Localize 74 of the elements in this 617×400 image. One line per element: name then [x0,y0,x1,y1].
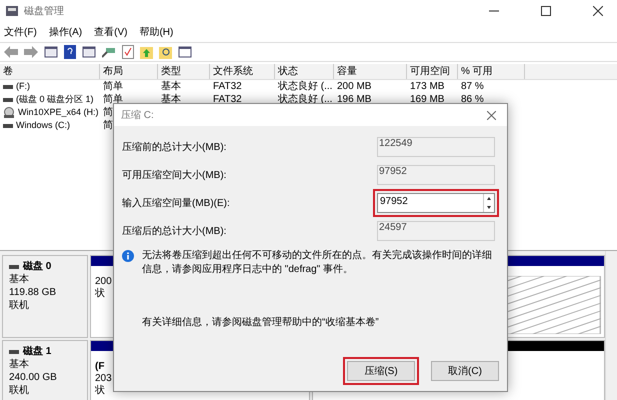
dialog-title: 压缩 C: [121,108,155,122]
maximize-icon[interactable] [541,6,551,16]
folder-up-icon[interactable] [140,45,153,59]
table-cell: 173 MB [410,80,444,93]
table-cell: 86 % [461,93,484,106]
readonly-field: 97952 [377,165,495,185]
disk-size: 119.88 GB [9,286,58,299]
column-header[interactable]: 文件系统 [210,64,275,79]
table-cell: 196 MB [337,93,372,106]
table-cell: (磁盘 0 磁盘分区 1) [16,93,94,106]
table-cell: 87 % [461,80,484,93]
drive-icon [3,106,15,118]
column-header[interactable]: % 可用 [458,64,525,79]
disk-status: 联机 [9,299,30,312]
drive-icon [3,124,13,128]
folder-search-icon[interactable] [159,45,172,59]
forward-arrow-icon[interactable] [24,46,38,58]
table-cell: 简 [103,119,113,132]
table-cell: 基本 [161,80,181,93]
back-arrow-icon[interactable] [4,46,18,58]
column-header[interactable]: 容量 [334,64,407,79]
window-title: 磁盘管理 [24,4,64,18]
disk-name: 磁盘 1 [23,345,52,358]
table-cell: 200 MB [337,80,372,93]
column-header[interactable]: 类型 [158,64,210,79]
table-cell: 169 MB [410,93,444,106]
readonly-field: 24597 [377,221,495,241]
table-cell: 基本 [161,93,181,106]
info-text: 无法将卷压缩到超出任何不可移动的文件所在的点。有关完成该操作时间的详细信息，请参阅应用程序日志中的 "defrag" 事件。 [142,249,493,277]
field-label: 输入压缩空间量(MB)(E): [122,196,231,210]
list-icon[interactable] [178,45,192,59]
partition-text: 200 [95,276,113,288]
disk-type: 基本 [9,273,30,286]
field-label: 压缩前的总计大小(MB): [122,140,228,154]
table-cell: 简单 [103,93,123,106]
partition-text: 状 [95,385,106,397]
dialog-button[interactable]: 取消(C) [431,361,499,381]
dialog-button[interactable]: 压缩(S) [347,361,415,381]
table-cell: FAT32 [213,93,242,106]
table-cell: 简单 [103,80,123,93]
field-label: 压缩后的总计大小(MB): [122,224,228,238]
column-header[interactable]: 卷 [0,64,100,79]
number-spinner[interactable]: 97952 [377,193,495,213]
checklist-icon[interactable] [122,45,134,59]
table-cell: 简 [103,106,113,119]
disk-status: 联机 [9,384,30,397]
window-icon[interactable] [44,45,58,59]
window-icon[interactable] [82,45,96,59]
column-header[interactable]: 状态 [275,64,334,79]
table-cell: (F:) [16,80,30,93]
help-icon[interactable] [64,45,76,59]
menu-item[interactable]: 操作(A) [48,24,82,40]
readonly-field: 122549 [377,137,495,157]
partition-text: 203 [95,373,113,384]
close-icon[interactable] [593,6,603,16]
partition-text: 状 [95,288,106,300]
partition-text: (F [95,361,106,373]
table-cell: 状态良好 (... [278,80,332,93]
close-icon[interactable] [487,110,496,120]
column-header[interactable]: 可用空间 [407,64,458,79]
menu-item[interactable]: 查看(V) [94,24,128,40]
table-cell: Windows (C:) [16,119,70,132]
table-cell: Win10XPE_x64 (H:) [18,106,99,119]
field-label: 可用压缩空间大小(MB): [122,168,228,182]
app-icon [6,6,18,16]
menu-item[interactable]: 帮助(H) [139,24,174,40]
disk-type: 基本 [9,358,30,371]
help-text: 有关详细信息，请参阅磁盘管理帮助中的“收缩基本卷” [141,316,380,330]
disk-name: 磁盘 0 [23,260,52,273]
column-header[interactable]: 布局 [100,64,158,79]
menu-item[interactable]: 文件(F) [4,24,37,40]
disk-size: 240.00 GB [9,371,58,384]
info-icon [122,250,134,262]
table-cell: FAT32 [213,80,242,93]
